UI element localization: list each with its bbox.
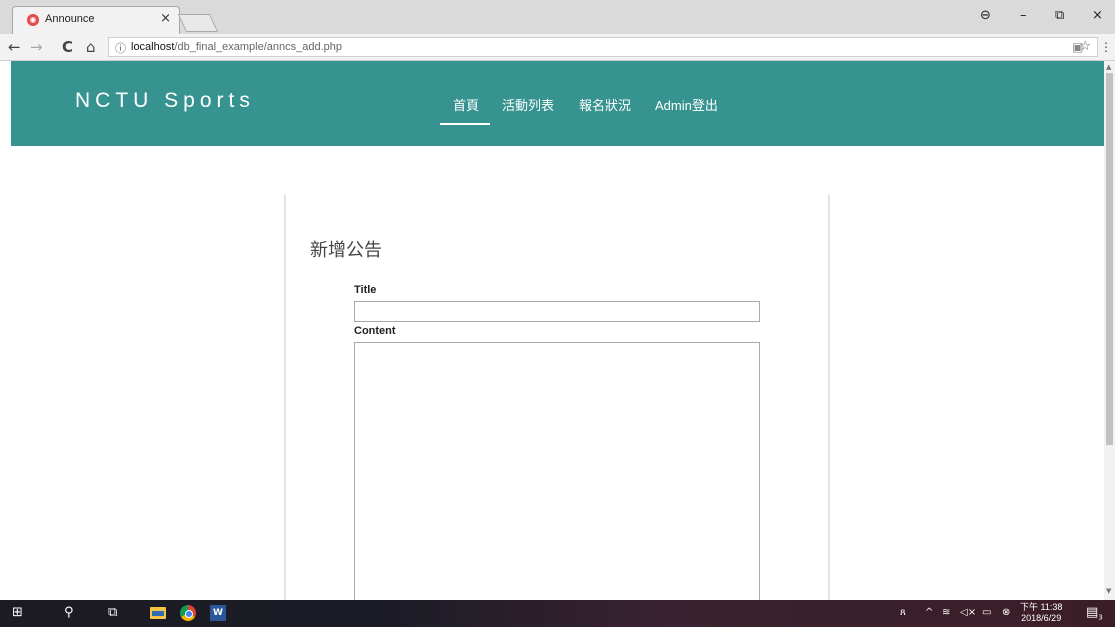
reload-button[interactable]: C xyxy=(62,38,73,56)
nav-activity-list[interactable]: 活動列表 xyxy=(502,95,554,114)
menu-icon[interactable]: ⋮ xyxy=(1100,40,1112,54)
site-info-icon[interactable]: ⓘ xyxy=(115,40,126,56)
battery-icon[interactable]: ▭ xyxy=(982,607,991,618)
file-explorer-icon[interactable] xyxy=(150,607,166,619)
active-nav-indicator xyxy=(440,123,490,125)
scroll-thumb[interactable] xyxy=(1106,73,1113,445)
close-window-button[interactable]: × xyxy=(1092,8,1103,23)
tab-title: Announce xyxy=(45,13,95,25)
new-tab-button[interactable] xyxy=(177,14,219,32)
nav-registration-status[interactable]: 報名狀況 xyxy=(579,95,631,114)
extension-icon[interactable]: ▣ xyxy=(1072,40,1083,54)
wifi-icon[interactable]: ≋ xyxy=(942,607,950,618)
site-favicon-icon: ◉ xyxy=(27,14,39,26)
notification-center-icon[interactable]: ▤3 xyxy=(1086,605,1103,622)
browser-toolbar: ← → C ⌂ ⓘ localhost/db_final_example/ann… xyxy=(0,34,1115,61)
address-bar[interactable]: ⓘ localhost/db_final_example/anncs_add.p… xyxy=(108,37,1098,57)
volume-icon[interactable]: ◁× xyxy=(960,607,976,618)
home-button[interactable]: ⌂ xyxy=(86,38,96,56)
page-title: 新增公告 xyxy=(310,240,382,261)
page-scrollbar[interactable]: ▲ ▼ xyxy=(1104,61,1115,600)
taskbar-clock[interactable]: 下午 11:38 2018/6/29 xyxy=(1020,602,1062,624)
browser-tab-strip: ◉ Announce × ⊖ – ⧉ × xyxy=(0,0,1115,34)
windows-start-icon[interactable]: ⊞ xyxy=(12,605,23,620)
status-icon[interactable]: ⊗ xyxy=(1002,607,1010,618)
back-button[interactable]: ← xyxy=(8,38,21,56)
browser-tab[interactable]: ◉ Announce × xyxy=(12,6,180,34)
tray-expand-icon[interactable]: ^ xyxy=(925,607,933,618)
restore-button[interactable]: ⧉ xyxy=(1055,8,1064,23)
task-view-icon[interactable]: ⧉ xyxy=(108,605,117,620)
url-host: localhost xyxy=(131,41,175,53)
clock-date: 2018/6/29 xyxy=(1021,613,1062,623)
scroll-up-icon[interactable]: ▲ xyxy=(1106,63,1111,71)
close-tab-icon[interactable]: × xyxy=(160,11,171,26)
nav-admin-logout[interactable]: Admin登出 xyxy=(655,95,718,114)
title-input[interactable] xyxy=(354,301,760,322)
url-text: localhost/db_final_example/anncs_add.php xyxy=(131,41,342,53)
site-header: NCTU Sports 首頁 活動列表 報名狀況 Admin登出 xyxy=(11,61,1104,146)
content-textarea[interactable] xyxy=(354,342,760,600)
nav-home[interactable]: 首頁 xyxy=(453,95,479,114)
forward-button[interactable]: → xyxy=(30,38,43,56)
url-path: /db_final_example/anncs_add.php xyxy=(174,41,342,53)
search-icon[interactable]: ⚲ xyxy=(64,605,74,620)
scroll-down-icon[interactable]: ▼ xyxy=(1106,587,1111,595)
account-icon[interactable]: ⊖ xyxy=(980,8,991,23)
word-icon[interactable]: W xyxy=(210,605,226,621)
page-viewport: NCTU Sports 首頁 活動列表 報名狀況 Admin登出 新增公告 Ti… xyxy=(0,61,1104,600)
clock-time: 下午 11:38 xyxy=(1020,602,1063,612)
site-brand[interactable]: NCTU Sports xyxy=(75,89,255,113)
title-label: Title xyxy=(354,284,377,296)
announcement-form-panel: 新增公告 Title Content xyxy=(284,195,830,600)
minimize-button[interactable]: – xyxy=(1020,8,1027,23)
chrome-icon[interactable] xyxy=(180,605,196,621)
people-icon[interactable]: ጸ xyxy=(900,607,906,618)
windows-taskbar: ⊞ ⚲ ⧉ W ጸ ^ ≋ ◁× ▭ ⊗ 下午 11:38 2018/6/29 … xyxy=(0,600,1115,627)
content-label: Content xyxy=(354,325,396,337)
notification-count: 3 xyxy=(1098,613,1103,622)
